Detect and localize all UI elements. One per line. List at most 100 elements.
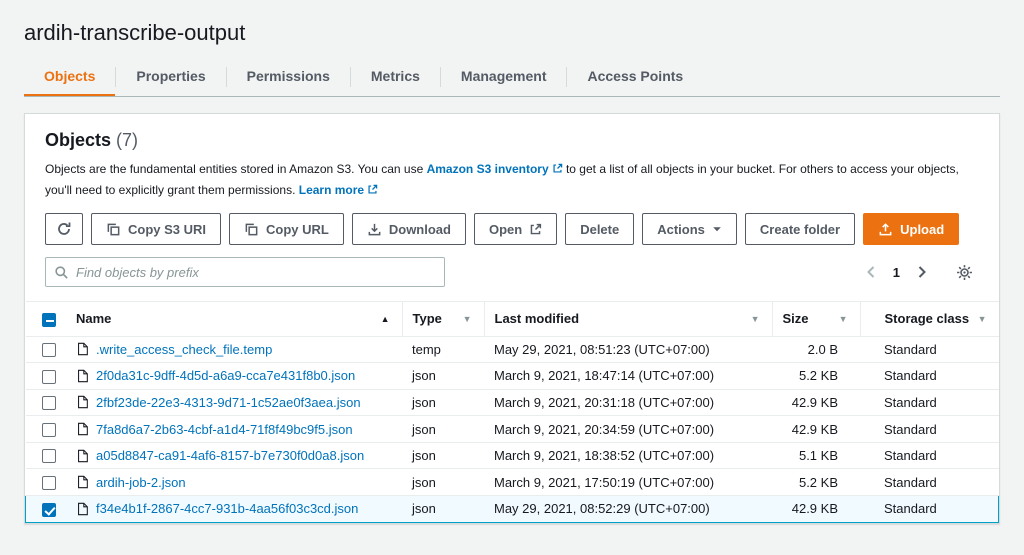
select-all-checkbox[interactable] xyxy=(41,312,56,327)
object-storage-class: Standard xyxy=(860,389,999,417)
objects-table: Name ▲ Type ▼ Last modified ▼ Size ▼ Storage… xyxy=(25,301,999,523)
file-icon xyxy=(78,475,88,489)
table-row: f34e4b1f-2867-4cc7-931b-4aa56f03c3cd.jso… xyxy=(25,494,999,523)
previous-page-button[interactable] xyxy=(859,261,883,283)
row-checkbox[interactable] xyxy=(41,343,56,358)
select-all-header xyxy=(25,301,66,337)
row-checkbox[interactable] xyxy=(41,422,56,437)
gear-icon xyxy=(957,264,972,280)
objects-description: Objects are the fundamental entities sto… xyxy=(45,159,979,201)
copy-url-button[interactable]: Copy URL xyxy=(229,213,344,245)
object-last-modified: May 29, 2021, 08:51:23 (UTC+07:00) xyxy=(484,336,772,364)
object-type: json xyxy=(402,494,484,523)
actions-button[interactable]: Actions xyxy=(642,213,737,245)
object-type: json xyxy=(402,389,484,417)
object-type: json xyxy=(402,468,484,496)
objects-heading: Objects (7) xyxy=(45,130,979,151)
object-storage-class: Standard xyxy=(860,468,999,496)
object-size: 5.2 KB xyxy=(772,468,860,496)
object-type: json xyxy=(402,442,484,470)
column-header-last-modified[interactable]: Last modified ▼ xyxy=(483,301,772,337)
caret-down-icon xyxy=(712,224,722,234)
file-icon xyxy=(78,343,88,356)
object-last-modified: March 9, 2021, 18:38:52 (UTC+07:00) xyxy=(484,442,772,470)
external-link-icon xyxy=(368,184,378,194)
tab-objects[interactable]: Objects xyxy=(24,58,115,96)
upload-icon xyxy=(879,222,892,235)
file-icon xyxy=(78,369,88,383)
object-name-link[interactable]: ardih-job-2.json xyxy=(96,475,186,490)
object-size: 5.1 KB xyxy=(772,442,860,470)
sort-caret-icon: ▼ xyxy=(977,313,987,324)
table-row: 2f0da31c-9dff-4d5d-a6a9-cca7e431f8b0.jso… xyxy=(25,362,999,390)
row-checkbox[interactable] xyxy=(41,396,56,411)
object-storage-class: Standard xyxy=(860,415,999,443)
column-header-size[interactable]: Size ▼ xyxy=(771,301,860,337)
row-checkbox[interactable] xyxy=(41,475,56,490)
objects-panel: Objects (7) Objects are the fundamental … xyxy=(24,113,1000,524)
refresh-button[interactable] xyxy=(45,213,83,245)
object-size: 42.9 KB xyxy=(772,389,860,417)
search-icon xyxy=(55,266,68,279)
amazon-s3-inventory-link[interactable]: Amazon S3 inventory xyxy=(427,162,563,176)
description-text-1: Objects are the fundamental entities sto… xyxy=(45,162,424,176)
file-icon xyxy=(78,502,88,515)
next-page-button[interactable] xyxy=(910,261,934,283)
sort-ascending-icon: ▲ xyxy=(380,313,390,324)
tab-access-points[interactable]: Access Points xyxy=(567,58,703,96)
object-storage-class: Standard xyxy=(860,362,999,390)
sort-caret-icon: ▼ xyxy=(838,313,848,324)
tab-metrics[interactable]: Metrics xyxy=(351,58,440,96)
search-row: 1 xyxy=(25,257,999,301)
column-header-storage-class[interactable]: Storage class ▼ xyxy=(859,301,999,337)
object-last-modified: March 9, 2021, 20:31:18 (UTC+07:00) xyxy=(484,389,772,417)
chevron-right-icon xyxy=(918,266,926,278)
copy-icon xyxy=(107,223,120,235)
tab-management[interactable]: Management xyxy=(441,58,567,96)
page-title: ardih-transcribe-output xyxy=(24,20,246,45)
download-icon xyxy=(368,223,381,235)
current-page[interactable]: 1 xyxy=(887,265,906,280)
learn-more-link[interactable]: Learn more xyxy=(299,183,378,197)
column-header-type[interactable]: Type ▼ xyxy=(401,301,484,337)
object-last-modified: March 9, 2021, 18:47:14 (UTC+07:00) xyxy=(484,362,772,390)
tab-properties[interactable]: Properties xyxy=(116,58,225,96)
object-name-link[interactable]: 2f0da31c-9dff-4d5d-a6a9-cca7e431f8b0.jso… xyxy=(96,368,355,383)
pagination: 1 xyxy=(859,260,979,285)
column-header-name[interactable]: Name ▲ xyxy=(66,301,402,337)
object-name-link[interactable]: 7fa8d6a7-2b63-4cbf-a1d4-71f8f49bc9f5.jso… xyxy=(96,422,353,437)
open-button[interactable]: Open xyxy=(473,213,558,245)
external-link-icon xyxy=(530,223,542,234)
tab-permissions[interactable]: Permissions xyxy=(227,58,350,96)
preferences-button[interactable] xyxy=(950,260,979,285)
refresh-icon xyxy=(58,222,71,235)
row-checkbox[interactable] xyxy=(42,502,56,517)
delete-button[interactable]: Delete xyxy=(565,213,635,245)
search-input[interactable] xyxy=(45,257,445,287)
object-name-link[interactable]: a05d8847-ca91-4af6-8157-b7e730f0d0a8.jso… xyxy=(96,448,364,463)
object-type: json xyxy=(402,415,484,443)
create-folder-button[interactable]: Create folder xyxy=(744,213,856,245)
row-checkbox[interactable] xyxy=(41,369,56,384)
copy-icon xyxy=(245,223,258,235)
objects-count: (7) xyxy=(116,130,139,150)
objects-toolbar: Copy S3 URI Copy URL Download Open Delet… xyxy=(25,213,999,257)
object-last-modified: March 9, 2021, 17:50:19 (UTC+07:00) xyxy=(484,468,772,496)
object-size: 42.9 KB xyxy=(772,415,860,443)
table-row: ardih-job-2.json json March 9, 2021, 17:… xyxy=(25,468,999,496)
chevron-left-icon xyxy=(866,266,874,278)
object-name-link[interactable]: 2fbf23de-22e3-4313-9d71-1c52ae0f3aea.jso… xyxy=(96,395,361,410)
file-icon xyxy=(78,422,88,436)
object-name-link[interactable]: f34e4b1f-2867-4cc7-931b-4aa56f03c3cd.jso… xyxy=(96,501,358,516)
copy-s3-uri-button[interactable]: Copy S3 URI xyxy=(91,213,222,245)
row-checkbox[interactable] xyxy=(41,449,56,464)
object-name-link[interactable]: .write_access_check_file.temp xyxy=(96,342,272,357)
s3-bucket-page: ardih-transcribe-output Objects Properti… xyxy=(0,20,1024,524)
search-box xyxy=(45,257,445,287)
table-header-row: Name ▲ Type ▼ Last modified ▼ Size ▼ Storage… xyxy=(25,301,999,337)
sort-caret-icon: ▼ xyxy=(462,313,472,324)
upload-button[interactable]: Upload xyxy=(863,213,960,245)
file-icon xyxy=(78,449,88,462)
object-type: json xyxy=(402,362,484,390)
download-button[interactable]: Download xyxy=(351,213,466,245)
